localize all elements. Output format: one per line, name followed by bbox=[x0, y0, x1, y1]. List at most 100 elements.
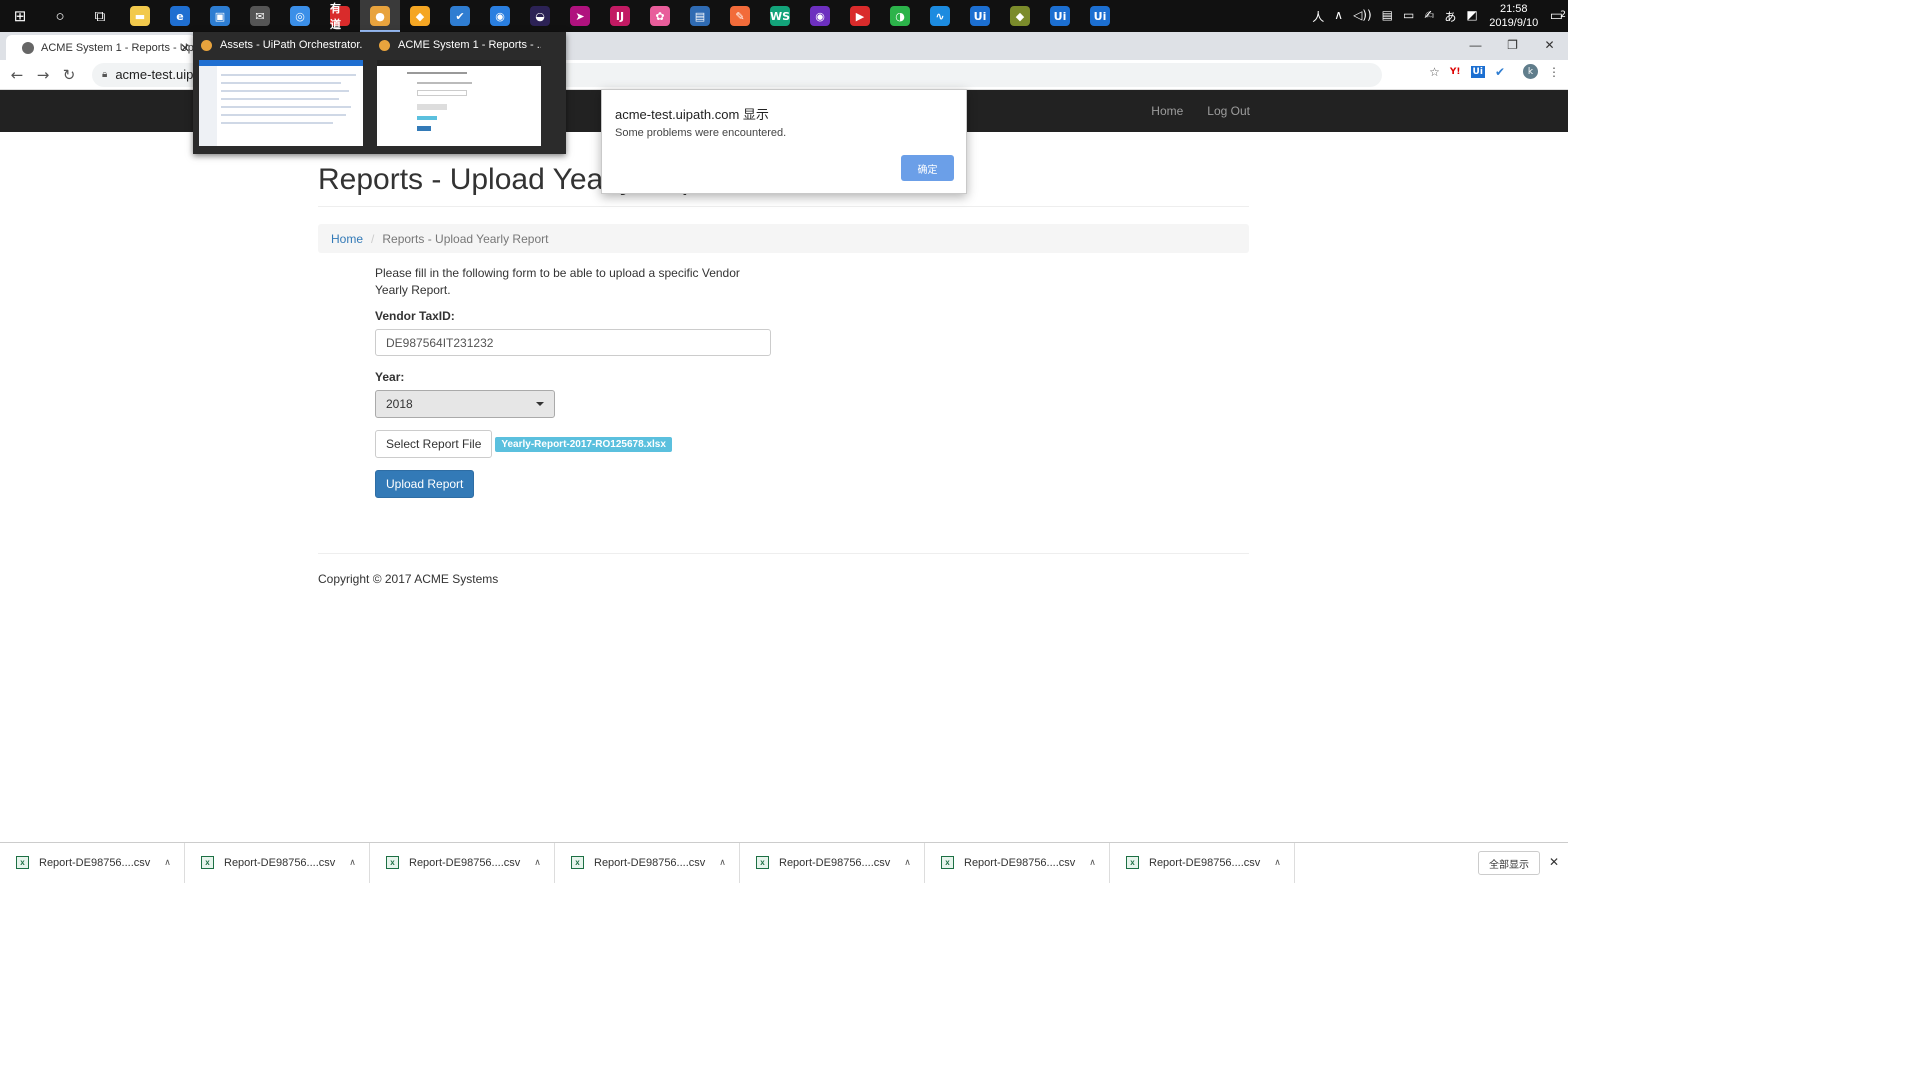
tab-acme-system[interactable]: ACME System 1 - Reports - Up ✕ bbox=[6, 35, 196, 60]
globe-icon bbox=[22, 41, 34, 54]
chevron-up-icon[interactable]: ∧ bbox=[1274, 858, 1281, 868]
chevron-up-icon[interactable]: ∧ bbox=[1089, 858, 1096, 868]
excel-file-icon: x bbox=[756, 856, 769, 869]
download-item[interactable]: x Report-DE98756....csv ∧ bbox=[1110, 842, 1295, 883]
intellij-taskbar-button[interactable]: IJ bbox=[600, 0, 640, 32]
close-downloads-icon[interactable]: ✕ bbox=[1549, 855, 1559, 869]
uipath-studio-taskbar-button[interactable]: Ui bbox=[1040, 0, 1080, 32]
uipath-extension-icon[interactable]: Ui bbox=[1470, 65, 1485, 78]
webstorm-icon: WS bbox=[770, 6, 790, 26]
chevron-up-icon[interactable]: ∧ bbox=[349, 858, 356, 868]
close-tab-icon[interactable]: ✕ bbox=[180, 41, 190, 55]
close-window-button[interactable]: ✕ bbox=[1531, 32, 1568, 60]
vscode-insiders-icon: ✔ bbox=[450, 6, 470, 26]
video-app-taskbar-button[interactable]: ▶ bbox=[840, 0, 880, 32]
vscode-extension-icon[interactable]: ✔ bbox=[1495, 65, 1505, 79]
download-item[interactable]: x Report-DE98756....csv ∧ bbox=[185, 842, 370, 883]
file-explorer-taskbar-button[interactable]: ▬ bbox=[120, 0, 160, 32]
select-report-file-button[interactable]: Select Report File bbox=[375, 430, 493, 458]
menu-icon[interactable]: ⋮ bbox=[1548, 65, 1560, 79]
bookmark-star-icon[interactable]: ☆ bbox=[1429, 65, 1440, 79]
battery-icon[interactable]: ▭ bbox=[1398, 8, 1419, 25]
clock[interactable]: 21:58 2019/9/10 bbox=[1483, 2, 1545, 30]
nav-home-link[interactable]: Home bbox=[1151, 104, 1183, 118]
excel-file-icon: x bbox=[386, 856, 399, 869]
sketch-app-taskbar-button[interactable]: ∿ bbox=[920, 0, 960, 32]
year-select[interactable]: 2018 bbox=[375, 390, 555, 418]
form-intro: Please fill in the following form to be … bbox=[375, 266, 740, 297]
forward-icon[interactable]: → bbox=[30, 66, 56, 84]
git-icon: ◆ bbox=[1010, 6, 1030, 26]
wechat-taskbar-button[interactable]: ◑ bbox=[880, 0, 920, 32]
notification-count: 2 bbox=[1560, 10, 1566, 20]
back-icon[interactable]: ← bbox=[4, 66, 30, 84]
chrome-taskbar-button[interactable]: ● bbox=[360, 0, 400, 32]
vendor-taxid-input[interactable] bbox=[375, 329, 771, 356]
download-item[interactable]: x Report-DE98756....csv ∧ bbox=[0, 842, 185, 883]
uipath-assistant-taskbar-button[interactable]: Ui bbox=[960, 0, 1000, 32]
action-icon[interactable]: ◩ bbox=[1461, 8, 1482, 25]
chrome-icon bbox=[201, 39, 212, 51]
pen-icon[interactable]: ✍ bbox=[1419, 8, 1439, 25]
upload-report-button[interactable]: Upload Report bbox=[375, 470, 475, 498]
taskbar-apps: ▬ e ▣ ✉ ◎ 有道 ● ◆ ✔ ◉ ◒ ➤ IJ ✿ ▤ ✎ WS ◉ ▶ ◑ ∿ Ui ◆ Ui Ui bbox=[120, 0, 1120, 32]
volume-icon[interactable]: ◁)) bbox=[1348, 8, 1377, 25]
download-item[interactable]: x Report-DE98756....csv ∧ bbox=[370, 842, 555, 883]
sublime-merge-taskbar-button[interactable]: ◆ bbox=[400, 0, 440, 32]
youdao-taskbar-button[interactable]: 有道 bbox=[320, 0, 360, 32]
podcast-icon: ◉ bbox=[810, 6, 830, 26]
download-item[interactable]: x Report-DE98756....csv ∧ bbox=[925, 842, 1110, 883]
restore-button[interactable]: ❐ bbox=[1494, 32, 1531, 60]
color-picker-icon: ✿ bbox=[650, 6, 670, 26]
git-taskbar-button[interactable]: ◆ bbox=[1000, 0, 1040, 32]
show-hidden-icons-icon[interactable]: ∧ bbox=[1329, 8, 1348, 25]
notification-icon[interactable]: ▭ 2 bbox=[1545, 8, 1568, 24]
people-icon[interactable]: 人 bbox=[1307, 8, 1329, 25]
download-filename: Report-DE98756....csv bbox=[224, 856, 336, 869]
tab-title: ACME System 1 - Reports - Up bbox=[41, 41, 194, 54]
sublime-merge-icon: ◆ bbox=[410, 6, 430, 26]
task-view-icon[interactable]: ⧉ bbox=[80, 0, 120, 32]
breadcrumb-home-link[interactable]: Home bbox=[331, 232, 363, 246]
baidu-netdisk-taskbar-button[interactable]: ◎ bbox=[280, 0, 320, 32]
mail-icon: ✉ bbox=[250, 6, 270, 26]
edge-taskbar-button[interactable]: e bbox=[160, 0, 200, 32]
mail-taskbar-button[interactable]: ✉ bbox=[240, 0, 280, 32]
cortana-icon[interactable]: ○ bbox=[40, 0, 80, 32]
nav-logout-link[interactable]: Log Out bbox=[1207, 104, 1250, 118]
clock-time: 21:58 bbox=[1500, 3, 1528, 15]
chevron-up-icon[interactable]: ∧ bbox=[719, 858, 726, 868]
alert-ok-button[interactable]: 确定 bbox=[901, 155, 954, 181]
qq-browser-taskbar-button[interactable]: ◉ bbox=[480, 0, 520, 32]
ime-icon[interactable]: あ bbox=[1439, 8, 1461, 25]
yahoo-extension-icon[interactable]: Y! bbox=[1450, 67, 1461, 77]
podcast-taskbar-button[interactable]: ◉ bbox=[800, 0, 840, 32]
webstorm-taskbar-button[interactable]: WS bbox=[760, 0, 800, 32]
download-filename: Report-DE98756....csv bbox=[964, 856, 1076, 869]
lock-icon[interactable]: 🔒︎ bbox=[102, 69, 107, 80]
download-item[interactable]: x Report-DE98756....csv ∧ bbox=[555, 842, 740, 883]
excel-file-icon: x bbox=[201, 856, 214, 869]
download-item[interactable]: x Report-DE98756....csv ∧ bbox=[740, 842, 925, 883]
profile-avatar[interactable]: k bbox=[1523, 64, 1538, 79]
windows-icon[interactable]: ⊞ bbox=[0, 0, 40, 32]
chevron-up-icon[interactable]: ∧ bbox=[534, 858, 541, 868]
chevron-up-icon[interactable]: ∧ bbox=[904, 858, 911, 868]
reload-icon[interactable]: ↻ bbox=[56, 66, 82, 84]
vscode-insiders-taskbar-button[interactable]: ✔ bbox=[440, 0, 480, 32]
preview-acme[interactable]: ACME System 1 - Reports - ... bbox=[371, 32, 541, 146]
uipath-robot-taskbar-button[interactable]: Ui bbox=[1080, 0, 1120, 32]
preview-orchestrator[interactable]: Assets - UiPath Orchestrator... bbox=[193, 32, 363, 146]
store-taskbar-button[interactable]: ▣ bbox=[200, 0, 240, 32]
network-icon[interactable]: ▤ bbox=[1377, 8, 1398, 25]
color-picker-taskbar-button[interactable]: ✿ bbox=[640, 0, 680, 32]
messenger-taskbar-button[interactable]: ➤ bbox=[560, 0, 600, 32]
show-all-downloads-button[interactable]: 全部显示 bbox=[1478, 851, 1540, 875]
minimize-button[interactable]: — bbox=[1457, 32, 1494, 60]
chevron-up-icon[interactable]: ∧ bbox=[164, 858, 171, 868]
remote-desktop-taskbar-button[interactable]: ▤ bbox=[680, 0, 720, 32]
eclipse-taskbar-button[interactable]: ◒ bbox=[520, 0, 560, 32]
postman-taskbar-button[interactable]: ✎ bbox=[720, 0, 760, 32]
year-label: Year: bbox=[375, 370, 405, 384]
chrome-icon: ● bbox=[370, 6, 390, 26]
